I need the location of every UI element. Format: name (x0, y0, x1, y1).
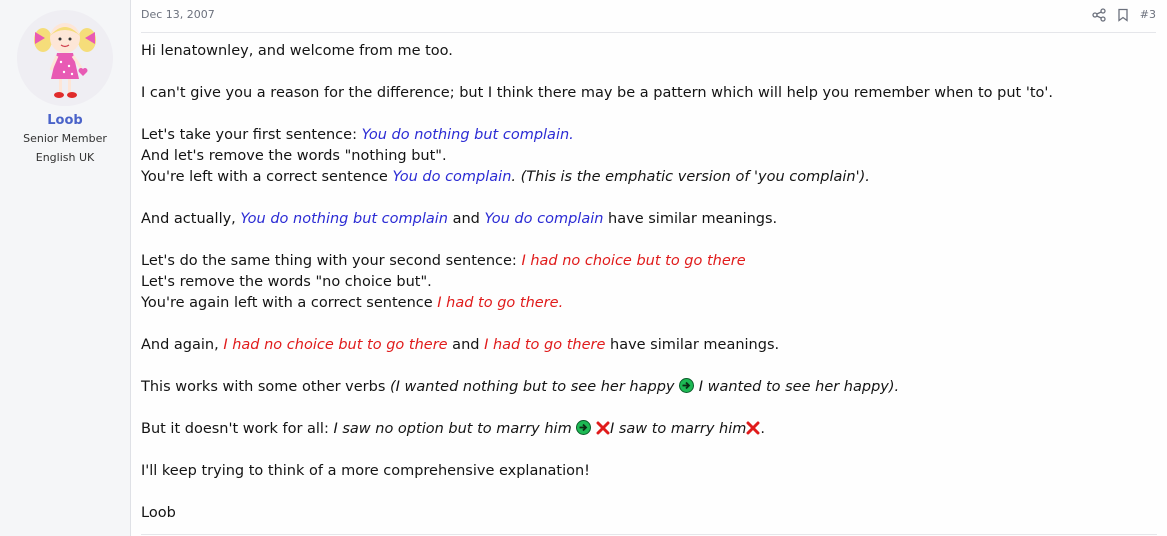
green-arrow-icon (679, 378, 695, 393)
example-blue: You do nothing but complain (240, 211, 448, 227)
post-header: Dec 13, 2007 #3 (141, 0, 1156, 33)
paragraph-other-verbs: This works with some other verbs (I want… (141, 377, 1157, 398)
share-icon[interactable] (1092, 7, 1106, 22)
text: Let's take your first sentence: (141, 127, 362, 143)
user-avatar[interactable] (17, 10, 113, 106)
paragraph-signature: Loob (141, 503, 1157, 524)
text: You're left with a correct sentence (141, 169, 393, 185)
text: and (447, 337, 485, 353)
text: But it doesn't work for all: (141, 421, 334, 437)
text: . (760, 421, 765, 437)
example-red: I had to go there (484, 337, 606, 353)
paragraph-similar-1: And actually, You do nothing but complai… (141, 209, 1157, 230)
user-panel: Loob Senior Member English UK (0, 0, 131, 536)
text: have similar meanings. (603, 211, 778, 227)
text: have similar meanings. (605, 337, 780, 353)
post-number-link[interactable]: #3 (1140, 8, 1156, 21)
example-red: I had no choice but to go there (521, 253, 746, 269)
text: And again, (141, 337, 224, 353)
example-blue: You do nothing but complain. (361, 127, 574, 143)
example-italic: I saw no option but to marry him (333, 421, 572, 437)
example-blue: You do complain (484, 211, 604, 227)
red-cross-icon (596, 421, 610, 435)
text: Let's do the same thing with your second… (141, 253, 522, 269)
signature: Loob (141, 505, 176, 521)
username-link[interactable]: Loob (0, 113, 130, 128)
paragraph-not-all: But it doesn't work for all: I saw no op… (141, 419, 1157, 440)
paragraph-closing: I'll keep trying to think of a more comp… (141, 461, 1157, 482)
post-actions: #3 (1092, 7, 1156, 22)
text: And actually, (141, 211, 241, 227)
paragraph-first-sentence: Let's take your first sentence: You do n… (141, 125, 1157, 188)
divider (141, 534, 1157, 535)
text: I'll keep trying to think of a more comp… (141, 463, 590, 479)
doll-avatar-image (17, 10, 113, 106)
example-red: I had to go there. (437, 295, 564, 311)
bookmark-icon[interactable] (1116, 7, 1130, 22)
post-main: Dec 13, 2007 #3 Hi lenatownley, and welc… (131, 0, 1167, 536)
text: I can't give you a reason for the differ… (141, 85, 1053, 101)
paragraph-greeting: Hi lenatownley, and welcome from me too. (141, 41, 1157, 62)
example-italic: I saw to marry him (609, 421, 747, 437)
paragraph-second-sentence: Let's do the same thing with your second… (141, 251, 1157, 314)
green-arrow-icon (576, 420, 592, 435)
text: And let's remove the words "nothing but"… (141, 148, 447, 164)
text: Hi lenatownley, and welcome from me too. (141, 43, 453, 59)
red-cross-icon (746, 421, 760, 435)
example-blue: You do complain (392, 169, 512, 185)
post-body: Hi lenatownley, and welcome from me too.… (141, 33, 1157, 524)
user-title: Senior Member (23, 132, 107, 145)
text: Let's remove the words "no choice but". (141, 274, 432, 290)
text: You're again left with a correct sentenc… (141, 295, 438, 311)
forum-post: Loob Senior Member English UK Dec 13, 20… (0, 0, 1167, 536)
example-italic: I wanted to see her happy). (694, 379, 900, 395)
paragraph-similar-2: And again, I had no choice but to go the… (141, 335, 1157, 356)
post-date-link[interactable]: Dec 13, 2007 (141, 8, 215, 21)
paragraph-intro: I can't give you a reason for the differ… (141, 83, 1157, 104)
user-location: English UK (35, 151, 95, 164)
example-red: I had no choice but to go there (223, 337, 448, 353)
text: This works with some other verbs (141, 379, 391, 395)
text: and (448, 211, 485, 227)
example-italic: (I wanted nothing but to see her happy (390, 379, 675, 395)
note-italic: . (This is the emphatic version of 'you … (511, 169, 870, 185)
